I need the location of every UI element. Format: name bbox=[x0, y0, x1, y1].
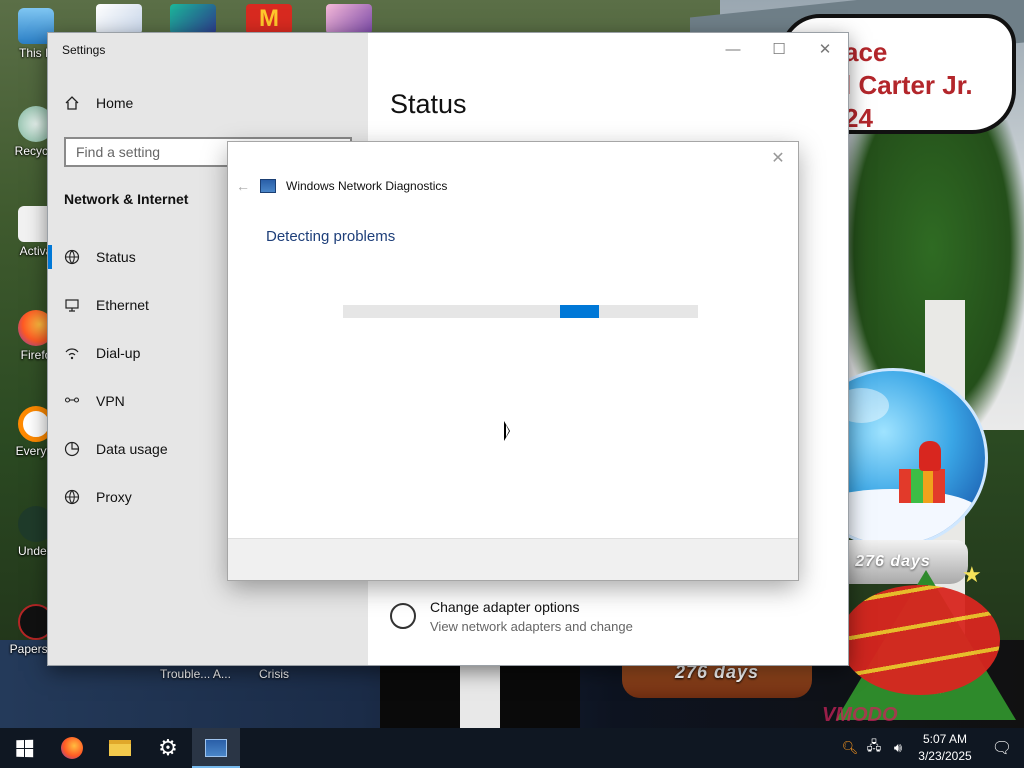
sidebar-item-label: Dial-up bbox=[96, 345, 141, 361]
bubble-line-2: l Carter Jr. bbox=[844, 70, 973, 100]
desktop-label-fragment-1: Trouble... A... bbox=[160, 667, 231, 681]
desktop-shortcut-top-3[interactable]: M bbox=[246, 4, 292, 34]
home-label: Home bbox=[96, 95, 134, 111]
section-title: Network & Internet bbox=[64, 191, 189, 207]
vpn-icon bbox=[64, 393, 80, 409]
watermark: VMODO bbox=[822, 704, 898, 726]
dialog-footer bbox=[228, 538, 798, 580]
desktop-shortcut-top-4[interactable] bbox=[326, 4, 372, 34]
desktop-shortcut-top-1[interactable] bbox=[96, 4, 142, 34]
gear-icon: ⚙ bbox=[158, 735, 178, 760]
minimize-button[interactable]: — bbox=[710, 33, 756, 65]
bubble-line-3: 24 bbox=[844, 103, 873, 133]
window-title: Settings bbox=[62, 43, 106, 57]
firefox-icon bbox=[61, 737, 83, 759]
clock[interactable]: 5:07 AM 3/23/2025 bbox=[910, 731, 980, 765]
network-tray-icon[interactable]: 🖧 bbox=[862, 728, 886, 768]
taskbar-settings[interactable]: ⚙ bbox=[144, 728, 192, 768]
sidebar-item-label: Status bbox=[96, 249, 136, 265]
network-adapter-icon bbox=[390, 603, 416, 629]
clock-date: 3/23/2025 bbox=[918, 749, 972, 763]
data-usage-icon bbox=[64, 441, 80, 457]
adapter-title: Change adapter options bbox=[430, 599, 580, 615]
folder-icon bbox=[109, 740, 131, 756]
close-button[interactable]: ✕ bbox=[802, 33, 848, 65]
globe-icon bbox=[64, 249, 80, 265]
page-title: Status bbox=[390, 89, 467, 119]
taskbar-firefox[interactable] bbox=[48, 728, 96, 768]
start-button[interactable] bbox=[0, 728, 48, 768]
desktop-label-fragment-2: Crisis bbox=[259, 667, 289, 681]
windows-logo-icon bbox=[15, 739, 33, 757]
window-controls: — ☐ ✕ bbox=[710, 33, 848, 65]
gift-boxes bbox=[899, 469, 945, 503]
sidebar-item-label: Ethernet bbox=[96, 297, 149, 313]
santa-figure bbox=[919, 441, 941, 471]
maximize-button[interactable]: ☐ bbox=[756, 33, 802, 65]
dialog-title: Windows Network Diagnostics bbox=[286, 179, 448, 193]
taskbar: ⚙ 🔍︎ 🖧 🔊︎ 5:07 AM 3/23/2025 🗨︎ bbox=[0, 728, 1024, 768]
notification-center-icon[interactable]: 🗨︎ bbox=[980, 728, 1024, 768]
sidebar-item-label: Data usage bbox=[96, 441, 168, 457]
mouse-cursor-fill bbox=[506, 425, 509, 437]
network-diagnostics-icon bbox=[260, 179, 276, 193]
progress-bar bbox=[343, 305, 698, 318]
globe-days-large: 276 days bbox=[674, 662, 760, 682]
dialog-header: ← Windows Network Diagnostics bbox=[236, 178, 447, 194]
back-arrow-icon[interactable]: ← bbox=[236, 178, 250, 194]
change-adapter-options-link[interactable]: Change adapter options View network adap… bbox=[390, 599, 633, 634]
bubble-line-1: ace bbox=[844, 37, 888, 67]
dialup-icon bbox=[64, 345, 80, 361]
progress-indicator bbox=[560, 305, 599, 318]
search-placeholder: Find a setting bbox=[76, 144, 161, 160]
network-diagnostics-icon bbox=[205, 739, 227, 757]
network-diagnostics-dialog: ✕ ← Windows Network Diagnostics Detectin… bbox=[228, 142, 798, 580]
taskbar-network-diagnostics[interactable] bbox=[192, 728, 240, 768]
globe-icon bbox=[64, 489, 80, 505]
wallpaper-figure-gap bbox=[460, 660, 500, 728]
home-nav-item[interactable]: Home bbox=[64, 95, 133, 111]
clock-time: 5:07 AM bbox=[922, 732, 968, 746]
search-tray-icon[interactable]: 🔍︎ bbox=[838, 728, 862, 768]
star-icon: ★ bbox=[962, 562, 982, 587]
detecting-problems-heading: Detecting problems bbox=[266, 228, 396, 245]
sidebar-item-label: Proxy bbox=[96, 489, 132, 505]
ethernet-icon bbox=[64, 297, 80, 313]
volume-icon[interactable]: 🔊︎ bbox=[886, 728, 910, 768]
adapter-subtitle: View network adapters and change bbox=[430, 619, 633, 634]
dialog-close-button[interactable]: ✕ bbox=[766, 146, 790, 170]
taskbar-file-explorer[interactable] bbox=[96, 728, 144, 768]
light-spiral bbox=[840, 585, 1000, 695]
home-icon bbox=[64, 95, 80, 111]
system-tray: 🔍︎ 🖧 🔊︎ 5:07 AM 3/23/2025 🗨︎ bbox=[838, 728, 1024, 768]
desktop-shortcut-top-2[interactable] bbox=[170, 4, 216, 34]
globe-days-small: 276 days bbox=[855, 553, 931, 570]
sidebar-item-label: VPN bbox=[96, 393, 125, 409]
